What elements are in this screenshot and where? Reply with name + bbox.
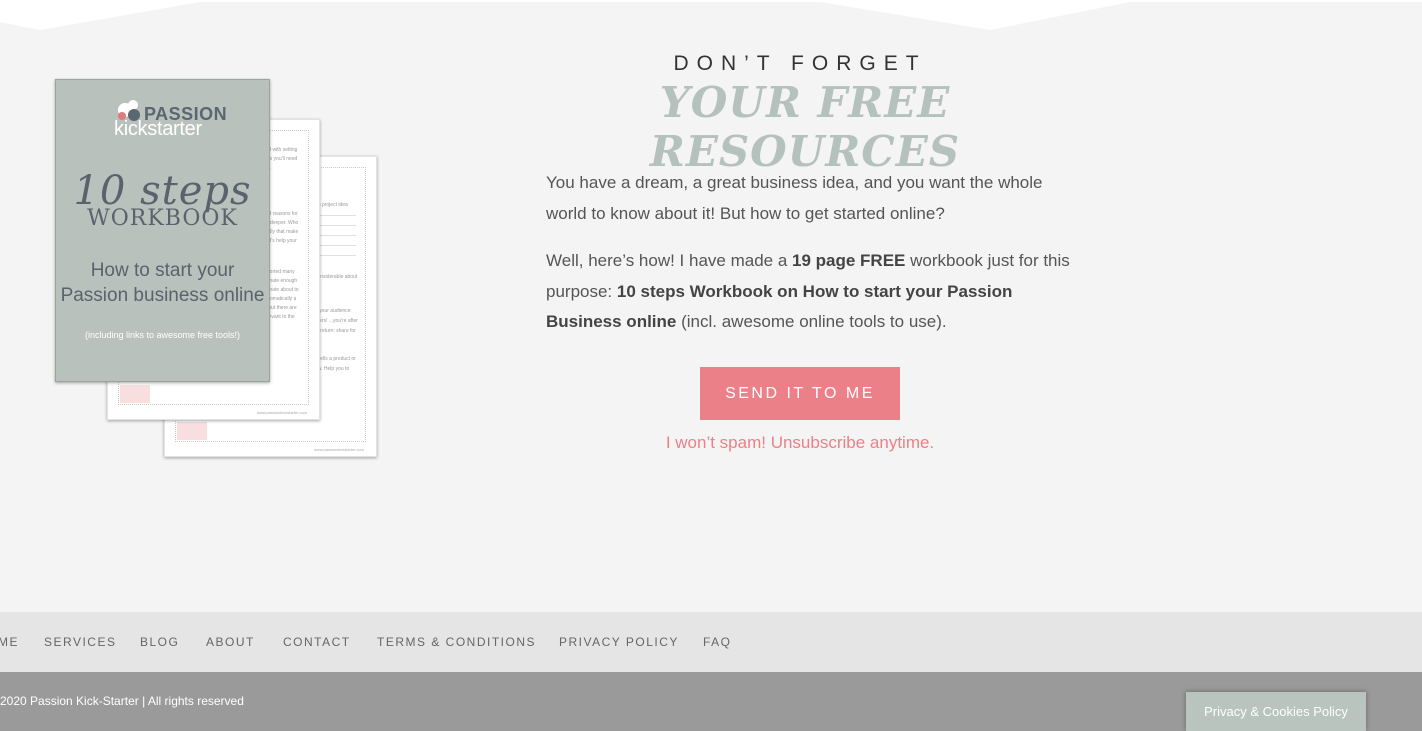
- logo-text-kickstarter: kickstarter: [114, 118, 202, 140]
- copyright-text: 2020 Passion Kick-Starter | All rights r…: [0, 694, 244, 708]
- footer-link-terms[interactable]: TERMS & CONDITIONS: [377, 635, 536, 649]
- workbook-note: (including links to awesome free tools!): [84, 330, 241, 340]
- workbook-image: on project idea considerable about g you…: [0, 0, 420, 480]
- offer-paragraph: Well, here’s how! I have made a 19 page …: [546, 251, 1070, 331]
- footer-link-privacy[interactable]: PRIVACY POLICY: [559, 635, 679, 649]
- no-spam-note: I won’t spam! Unsubscribe anytime.: [665, 433, 935, 452]
- footer-link-blog[interactable]: BLOG: [140, 635, 179, 649]
- workbook-cover: PASSION kickstarter 10 steps WORKBOOK Ho…: [55, 79, 270, 382]
- footer-link-faq[interactable]: FAQ: [703, 635, 732, 649]
- footer-nav: ME SERVICES BLOG ABOUT CONTACT TERMS & C…: [0, 612, 1422, 672]
- highlight-page-count: 19 page FREE: [792, 251, 906, 270]
- footer-link-contact[interactable]: CONTACT: [283, 635, 351, 649]
- footer-link-services[interactable]: SERVICES: [44, 635, 116, 649]
- section-eyebrow: DON’T FORGET: [673, 52, 927, 75]
- privacy-cookies-button[interactable]: Privacy & Cookies Policy: [1186, 692, 1366, 731]
- workbook-subtitle: How to start your Passion business onlin…: [60, 260, 265, 306]
- send-it-to-me-button[interactable]: SEND IT TO ME: [700, 367, 900, 420]
- section-title: YOUR FREE RESOURCES: [649, 78, 961, 176]
- footer-link-home[interactable]: ME: [0, 635, 19, 649]
- footer-link-about[interactable]: ABOUT: [206, 635, 255, 649]
- intro-paragraph: You have a dream, a great business idea,…: [546, 173, 1043, 223]
- workbook-label: WORKBOOK: [87, 206, 238, 231]
